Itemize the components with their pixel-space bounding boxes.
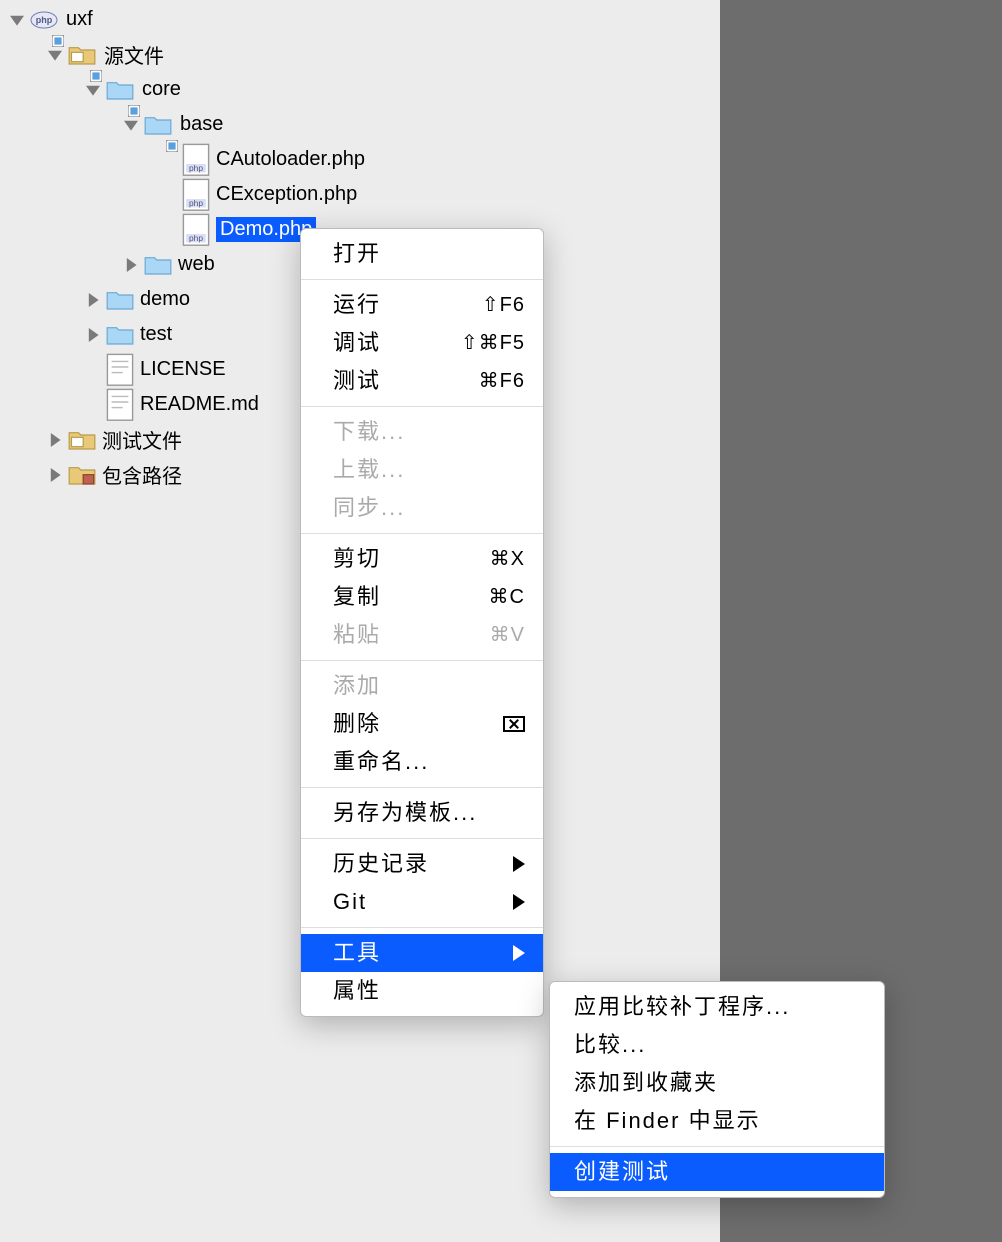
php-file-icon: php bbox=[182, 218, 210, 242]
tree-item-file[interactable]: php CException.php bbox=[0, 177, 720, 212]
chevron-right-icon bbox=[84, 326, 102, 344]
submenu-arrow-icon bbox=[513, 945, 525, 961]
folder-icon bbox=[144, 113, 172, 137]
link-badge-icon bbox=[166, 135, 178, 147]
chevron-down-icon bbox=[8, 11, 26, 29]
folder-icon bbox=[106, 323, 134, 347]
menu-open[interactable]: 打开 bbox=[301, 235, 543, 273]
link-badge-icon bbox=[52, 30, 64, 42]
menu-save-as-template[interactable]: 另存为模板... bbox=[301, 794, 543, 832]
tree-label: CAutoloader.php bbox=[216, 148, 365, 171]
tree-label: web bbox=[178, 253, 215, 276]
tree-label: LICENSE bbox=[140, 358, 226, 381]
svg-text:php: php bbox=[189, 163, 203, 173]
source-folder-icon bbox=[68, 43, 96, 67]
tree-item-project[interactable]: php uxf bbox=[0, 2, 720, 37]
tree-label: demo bbox=[140, 288, 190, 311]
text-file-icon bbox=[106, 393, 134, 417]
menu-properties[interactable]: 属性 bbox=[301, 972, 543, 1010]
context-menu: 打开 运行⇧F6 调试⇧⌘F5 测试⌘F6 下载... 上载... 同步... … bbox=[300, 228, 544, 1017]
shortcut: ⇧⌘F5 bbox=[461, 324, 525, 362]
shortcut: ⌘X bbox=[490, 540, 525, 578]
menu-tools[interactable]: 工具 bbox=[301, 934, 543, 972]
source-folder-icon bbox=[68, 428, 96, 452]
shortcut: ⇧F6 bbox=[482, 286, 525, 324]
tree-item-core[interactable]: core bbox=[0, 72, 720, 107]
menu-test[interactable]: 测试⌘F6 bbox=[301, 362, 543, 400]
shortcut: ⌘V bbox=[490, 616, 525, 654]
delete-key-icon bbox=[503, 716, 525, 732]
svg-text:php: php bbox=[189, 198, 203, 208]
chevron-right-icon bbox=[46, 431, 64, 449]
link-badge-icon bbox=[90, 65, 102, 77]
folder-icon bbox=[144, 253, 172, 277]
tree-item-sources[interactable]: 源文件 bbox=[0, 37, 720, 72]
menu-history[interactable]: 历史记录 bbox=[301, 845, 543, 883]
menu-copy[interactable]: 复制⌘C bbox=[301, 578, 543, 616]
chevron-down-icon bbox=[46, 46, 64, 64]
tree-label: 测试文件 bbox=[102, 425, 182, 454]
folder-icon bbox=[106, 288, 134, 312]
tree-label: uxf bbox=[66, 8, 93, 31]
chevron-right-icon bbox=[84, 291, 102, 309]
submenu-add-favorite[interactable]: 添加到收藏夹 bbox=[550, 1064, 884, 1102]
tree-label: test bbox=[140, 323, 172, 346]
tree-label: CException.php bbox=[216, 183, 357, 206]
menu-delete[interactable]: 删除 bbox=[301, 705, 543, 743]
tree-label: base bbox=[180, 113, 223, 136]
tree-label: core bbox=[142, 78, 181, 101]
submenu-create-test[interactable]: 创建测试 bbox=[550, 1153, 884, 1191]
tools-submenu: 应用比较补丁程序... 比较... 添加到收藏夹 在 Finder 中显示 创建… bbox=[549, 981, 885, 1198]
chevron-right-icon bbox=[46, 466, 64, 484]
shortcut: ⌘C bbox=[489, 578, 525, 616]
menu-sync: 同步... bbox=[301, 489, 543, 527]
link-badge-icon bbox=[128, 100, 140, 112]
menu-paste: 粘贴⌘V bbox=[301, 616, 543, 654]
menu-upload: 上载... bbox=[301, 451, 543, 489]
php-file-icon: php bbox=[182, 183, 210, 207]
submenu-arrow-icon bbox=[513, 856, 525, 872]
svg-text:php: php bbox=[189, 233, 203, 243]
chevron-right-icon bbox=[122, 256, 140, 274]
tree-item-file[interactable]: php CAutoloader.php bbox=[0, 142, 720, 177]
folder-icon bbox=[106, 78, 134, 102]
submenu-apply-diff-patch[interactable]: 应用比较补丁程序... bbox=[550, 988, 884, 1026]
menu-git[interactable]: Git bbox=[301, 883, 543, 921]
php-project-icon: php bbox=[30, 8, 58, 32]
menu-add: 添加 bbox=[301, 667, 543, 705]
php-file-icon: php bbox=[182, 148, 210, 172]
library-folder-icon bbox=[68, 463, 96, 487]
submenu-arrow-icon bbox=[513, 894, 525, 910]
tree-label: 包含路径 bbox=[102, 460, 182, 489]
shortcut: ⌘F6 bbox=[479, 362, 525, 400]
menu-run[interactable]: 运行⇧F6 bbox=[301, 286, 543, 324]
submenu-compare[interactable]: 比较... bbox=[550, 1026, 884, 1064]
svg-text:php: php bbox=[36, 15, 53, 25]
text-file-icon bbox=[106, 358, 134, 382]
chevron-down-icon bbox=[84, 81, 102, 99]
tree-item-base[interactable]: base bbox=[0, 107, 720, 142]
chevron-down-icon bbox=[122, 116, 140, 134]
tree-label: 源文件 bbox=[104, 40, 164, 69]
tree-label: README.md bbox=[140, 393, 259, 416]
menu-download: 下载... bbox=[301, 413, 543, 451]
menu-rename[interactable]: 重命名... bbox=[301, 743, 543, 781]
menu-debug[interactable]: 调试⇧⌘F5 bbox=[301, 324, 543, 362]
submenu-reveal-in-finder[interactable]: 在 Finder 中显示 bbox=[550, 1102, 884, 1140]
menu-cut[interactable]: 剪切⌘X bbox=[301, 540, 543, 578]
